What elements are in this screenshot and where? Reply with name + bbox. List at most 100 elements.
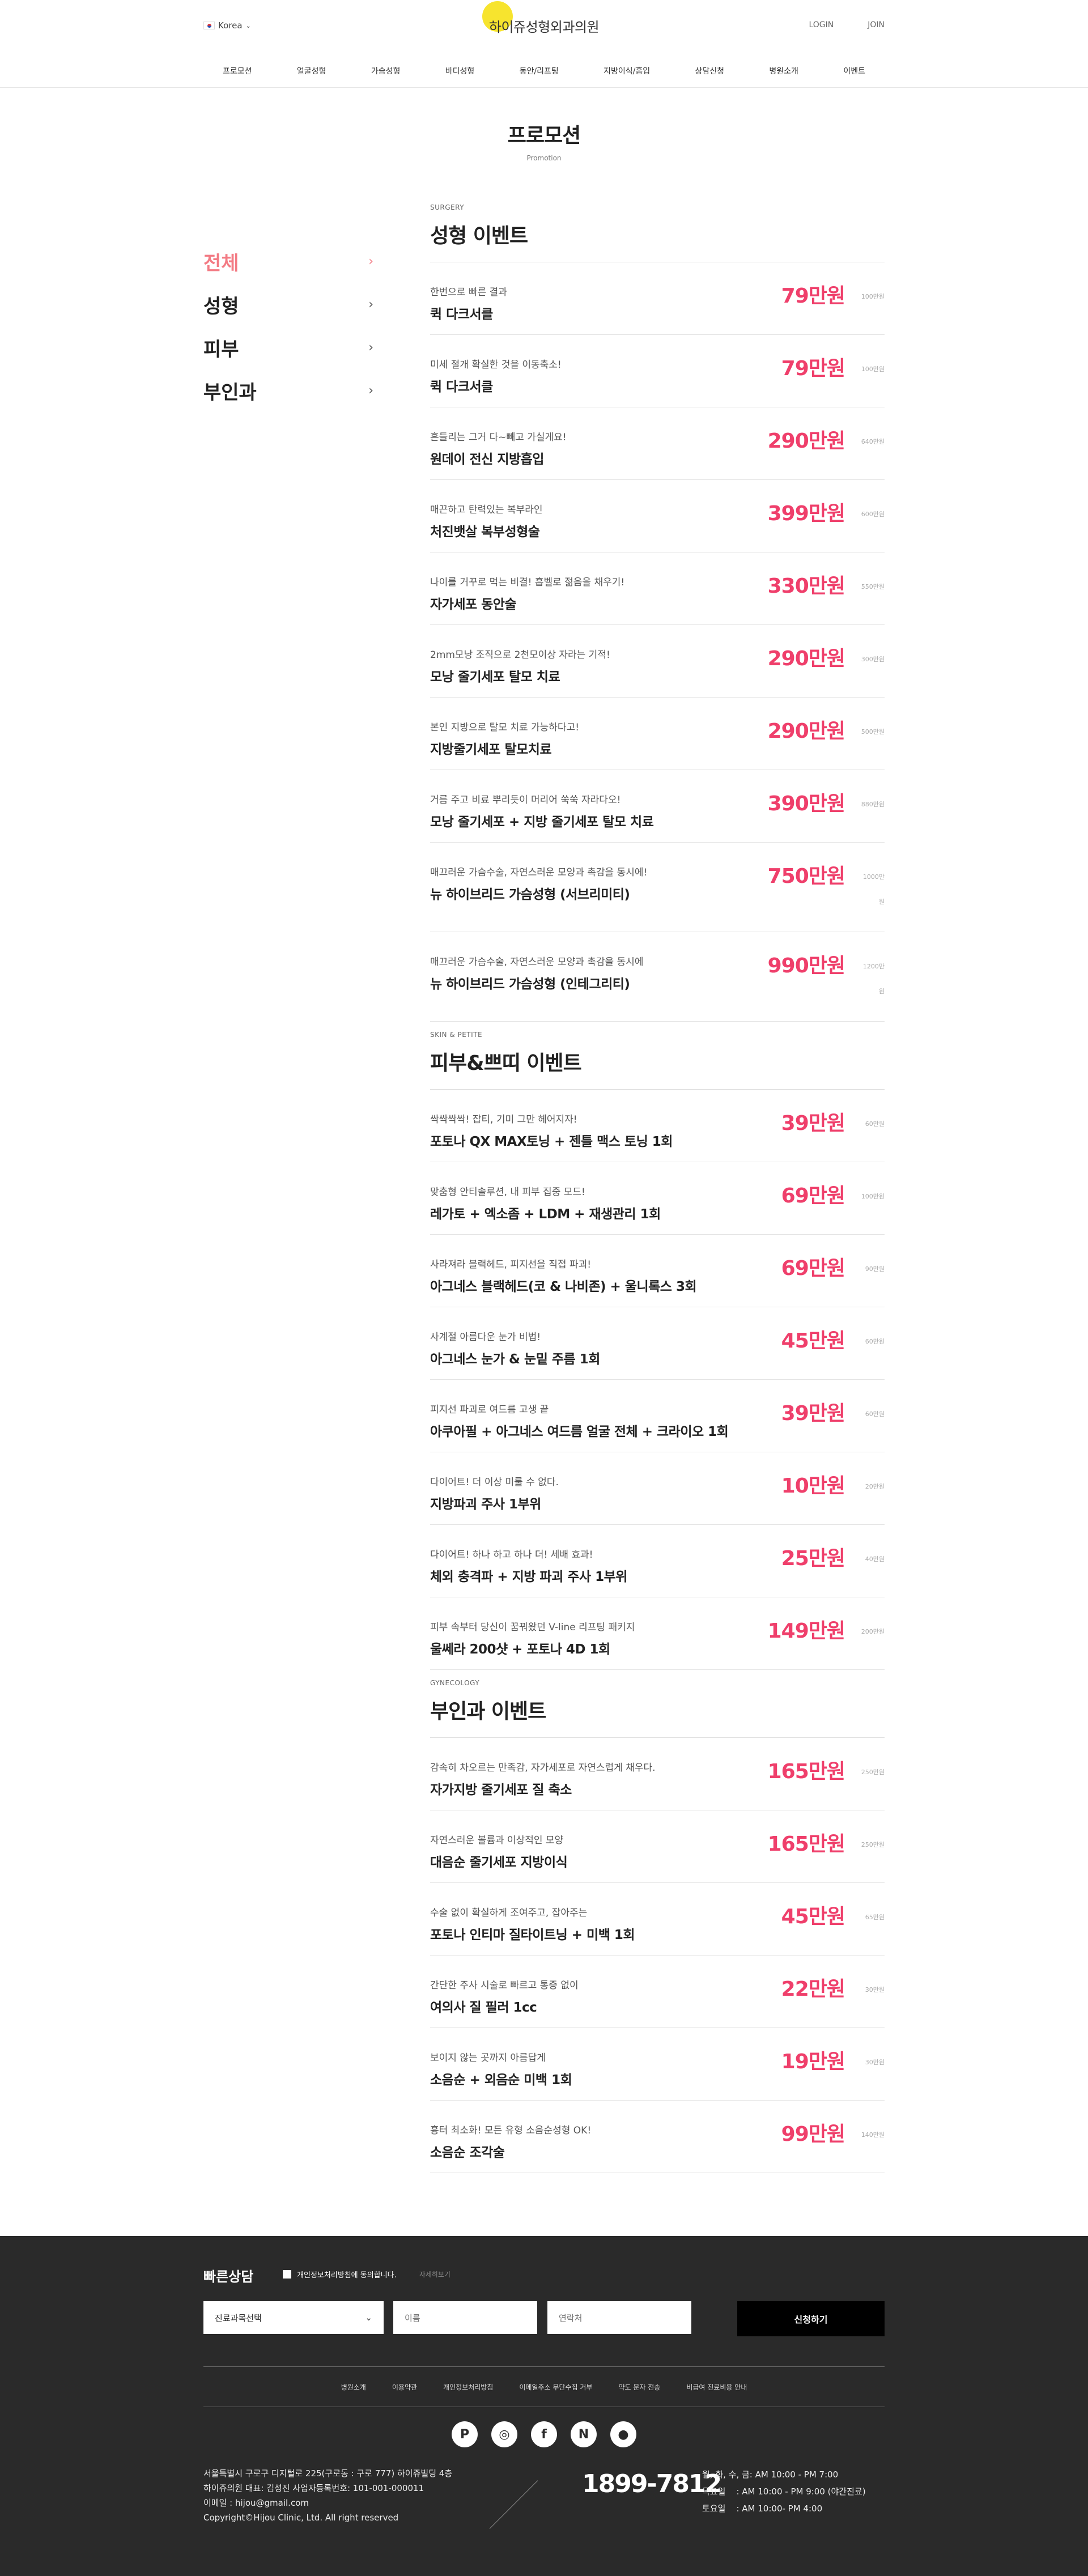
event-item[interactable]: 흉터 최소화! 모든 유형 소음순성형 OK! 소음순 조각술 99만원 140만원 bbox=[430, 2101, 885, 2173]
phone-number[interactable]: 1899-7812 bbox=[582, 2469, 722, 2498]
event-item[interactable]: 피지선 파괴로 여드름 고생 끝 아쿠아필 + 아그네스 여드름 얼굴 전체 + … bbox=[430, 1380, 885, 1452]
event-name: 뉴 하이브리드 가슴성형 (인테그리티) bbox=[430, 977, 630, 992]
event-item[interactable]: 싹싹싹싹! 잡티, 기미 그만 헤어지자! 포토나 QX MAX토닝 + 젠틀 맥… bbox=[430, 1090, 885, 1162]
section-eng-label: GYNECOLOGY bbox=[430, 1679, 480, 1687]
event-price: 45만원 bbox=[781, 1905, 845, 1928]
event-item[interactable]: 감속히 차오르는 만족감, 자가세포로 자연스럽게 채우다. 자가지방 줄기세포 … bbox=[430, 1738, 885, 1810]
event-item[interactable]: 사라져라 블랙헤드, 피지선을 직접 파괴! 아그네스 블랙헤드(코 & 나비존)… bbox=[430, 1235, 885, 1307]
section-title: 성형 이벤트 bbox=[430, 224, 528, 248]
event-item[interactable]: 보이지 않는 곳까지 아름답게 소음순 + 외음순 미백 1회 19만원 30만원 bbox=[430, 2028, 885, 2101]
facebook-icon[interactable]: f bbox=[531, 2421, 557, 2447]
post-icon[interactable]: P bbox=[452, 2421, 478, 2447]
nav-item[interactable]: 프로모션 bbox=[223, 65, 252, 76]
event-price: 22만원 bbox=[781, 1978, 845, 2001]
event-original-price-unit: 원 bbox=[878, 898, 885, 906]
name-input[interactable]: 이름 bbox=[393, 2301, 537, 2334]
department-select[interactable]: 진료과목선택 ⌄ bbox=[203, 2301, 384, 2334]
language-selector[interactable]: Korea ⌄ bbox=[203, 20, 251, 31]
nav-item[interactable]: 지방이식/흡입 bbox=[604, 65, 650, 76]
event-item[interactable]: 매끈하고 탄력있는 복부라인 처진뱃살 복부성형술 399만원 600만원 bbox=[430, 480, 885, 552]
chevron-down-icon: ⌄ bbox=[245, 22, 251, 29]
privacy-agree[interactable]: 개인정보처리방침에 동의합니다. 자세히보기 bbox=[283, 2269, 450, 2280]
agree-checkbox[interactable] bbox=[283, 2270, 291, 2279]
event-name: 체외 충격파 + 지방 파괴 주사 1부위 bbox=[430, 1570, 627, 1584]
event-price: 39만원 bbox=[781, 1112, 845, 1135]
event-desc: 흔들리는 그거 다~빼고 가실게요! bbox=[430, 432, 567, 443]
event-price: 19만원 bbox=[781, 2050, 845, 2073]
event-item[interactable]: 거름 주고 비료 뿌리듯이 머리어 쑥쑥 자라다오! 모낭 줄기세포 + 지방 줄… bbox=[430, 770, 885, 843]
chevron-right-icon: › bbox=[368, 297, 373, 312]
event-price: 990만원 bbox=[767, 954, 845, 977]
event-item[interactable]: 피부 속부터 당신이 꿈꿔왔던 V-line 리프팅 패키지 울쎄라 200샷 +… bbox=[430, 1597, 885, 1670]
kakao-icon[interactable]: ● bbox=[610, 2421, 636, 2447]
event-desc: 다이어트! 하나 하고 하나 더! 세배 효과! bbox=[430, 1549, 593, 1561]
apply-button[interactable]: 신청하기 bbox=[737, 2301, 885, 2336]
section-eng-label: SKIN & PETITE bbox=[430, 1031, 483, 1039]
instagram-icon[interactable]: ◎ bbox=[491, 2421, 517, 2447]
event-price: 79만원 bbox=[781, 357, 845, 380]
nav-item[interactable]: 이벤트 bbox=[843, 65, 865, 76]
footer-nav-link[interactable]: 비급여 진료비용 안내 bbox=[686, 2382, 747, 2392]
event-name: 지방줄기세포 탈모치료 bbox=[430, 742, 552, 757]
event-item[interactable]: 수술 없이 확실하게 조여주고, 잡아주는 포토나 인티마 질타이트닝 + 미백 … bbox=[430, 1883, 885, 1956]
event-item[interactable]: 간단한 주사 시술로 빠르고 통증 없이 여의사 질 필러 1cc 22만원 30만원 bbox=[430, 1956, 885, 2028]
event-item[interactable]: 한번으로 빠른 결과 퀵 다크서클 79만원 100만원 bbox=[430, 262, 885, 335]
event-name: 아그네스 눈가 & 눈밑 주름 1회 bbox=[430, 1352, 600, 1367]
event-original-price: 90만원 bbox=[865, 1265, 885, 1273]
nav-item[interactable]: 얼굴성형 bbox=[297, 65, 326, 76]
category-item[interactable]: 피부 › bbox=[203, 326, 373, 369]
event-price: 79만원 bbox=[781, 284, 845, 308]
event-original-price: 60만원 bbox=[865, 1338, 885, 1345]
event-desc: 자연스러운 볼륨과 이상적인 모양 bbox=[430, 1835, 564, 1846]
event-item[interactable]: 맞춤형 안티솔루션, 내 피부 집중 모드! 레가토 + 엑소좀 + LDM + … bbox=[430, 1162, 885, 1235]
event-item[interactable]: 미세 절개 확실한 것을 이동축소! 퀵 다크서클 79만원 100만원 bbox=[430, 335, 885, 407]
footer-nav-link[interactable]: 약도 문자 전송 bbox=[618, 2382, 660, 2392]
nav-item[interactable]: 병원소개 bbox=[769, 65, 798, 76]
event-name: 모낭 줄기세포 + 지방 줄기세포 탈모 치료 bbox=[430, 815, 654, 830]
event-item[interactable]: 매끄러운 가슴수술, 자연스러운 모양과 촉감을 동시에뉴 하이브리드 가슴성형… bbox=[430, 932, 885, 1022]
event-original-price: 1200만 bbox=[862, 963, 885, 970]
category-item[interactable]: 부인과 › bbox=[203, 369, 373, 412]
hours-line: 토요일 : AM 10:00- PM 4:00 bbox=[702, 2503, 823, 2514]
hours-line: 월, 화, 수, 금: AM 10:00 - PM 7:00 bbox=[702, 2469, 839, 2480]
category-menu: 전체 › 성형 › 피부 › 부인과 › bbox=[203, 194, 430, 2173]
phone-input[interactable]: 연락처 bbox=[547, 2301, 691, 2334]
login-link[interactable]: LOGIN bbox=[809, 20, 834, 29]
event-desc: 한번으로 빠른 결과 bbox=[430, 287, 507, 298]
event-name: 포토나 QX MAX토닝 + 젠틀 맥스 토닝 1회 bbox=[430, 1134, 673, 1149]
event-item[interactable]: 자연스러운 볼륨과 이상적인 모양 대음순 줄기세포 지방이식 165만원 250만원 bbox=[430, 1810, 885, 1883]
nav-item[interactable]: 상담신청 bbox=[695, 65, 725, 76]
event-item[interactable]: 나이를 거꾸로 먹는 비결! 흡벨로 젊음을 채우기! 자가세포 동안술 330만원… bbox=[430, 552, 885, 625]
event-price: 290만원 bbox=[767, 720, 845, 743]
footer-nav-link[interactable]: 이용약관 bbox=[392, 2382, 417, 2392]
join-link[interactable]: JOIN bbox=[868, 20, 885, 29]
site-logo[interactable]: 하이쥬성형외과의원 bbox=[489, 16, 600, 36]
event-item[interactable]: 다이어트! 더 이상 미룰 수 없다. 지방파괴 주사 1부위 10만원 20만원 bbox=[430, 1452, 885, 1525]
footer-nav-link[interactable]: 개인정보처리방침 bbox=[443, 2382, 493, 2392]
event-item[interactable]: 다이어트! 하나 하고 하나 더! 세배 효과! 체외 충격파 + 지방 파괴 주… bbox=[430, 1525, 885, 1597]
event-original-price: 20만원 bbox=[865, 1483, 885, 1490]
event-item[interactable]: 본인 지방으로 탈모 치료 가능하다고! 지방줄기세포 탈모치료 290만원 500만… bbox=[430, 698, 885, 770]
event-item[interactable]: 사계절 아름다운 눈가 비법! 아그네스 눈가 & 눈밑 주름 1회 45만원 60만… bbox=[430, 1307, 885, 1380]
category-label: 전체 bbox=[203, 252, 239, 275]
nav-item[interactable]: 바디성형 bbox=[445, 65, 475, 76]
category-label: 성형 bbox=[203, 295, 239, 318]
footer-nav-link[interactable]: 병원소개 bbox=[341, 2382, 366, 2392]
event-original-price: 500만원 bbox=[861, 728, 885, 736]
department-select-value: 진료과목선택 bbox=[215, 2313, 262, 2323]
category-item[interactable]: 성형 › bbox=[203, 283, 373, 326]
section-title: 피부&쁘띠 이벤트 bbox=[430, 1052, 582, 1075]
category-item[interactable]: 전체 › bbox=[203, 240, 373, 283]
agree-view-link[interactable]: 자세히보기 bbox=[419, 2269, 450, 2279]
event-desc: 맞춤형 안티솔루션, 내 피부 집중 모드! bbox=[430, 1187, 585, 1198]
event-desc: 매끄러운 가슴수술, 자연스러운 모양과 촉감을 동시에 bbox=[430, 957, 644, 968]
event-original-price: 60만원 bbox=[865, 1120, 885, 1128]
event-item[interactable]: 흔들리는 그거 다~빼고 가실게요! 원데이 전신 지방흡입 290만원 640만원 bbox=[430, 407, 885, 480]
nav-item[interactable]: 동안/리프팅 bbox=[520, 65, 559, 76]
event-item[interactable]: 매끄러운 가슴수술, 자연스러운 모양과 촉감을 동시에! 뉴 하이브리드 가슴성… bbox=[430, 843, 885, 932]
event-item[interactable]: 2mm모낭 조직으로 2천모이상 자라는 기적! 모낭 줄기세포 탈모 치료 290… bbox=[430, 625, 885, 698]
nav-item[interactable]: 가슴성형 bbox=[371, 65, 401, 76]
event-original-price: 140만원 bbox=[861, 2131, 885, 2139]
naver-blog-icon[interactable]: N bbox=[571, 2421, 597, 2447]
footer-nav-link[interactable]: 이메일주소 무단수집 거부 bbox=[519, 2382, 592, 2392]
